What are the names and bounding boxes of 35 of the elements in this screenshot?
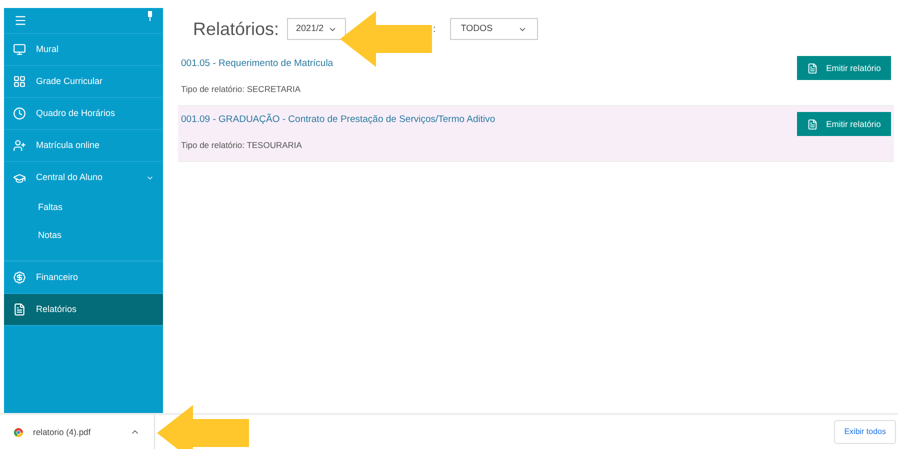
- emit-report-button[interactable]: Emitir relatório: [797, 56, 891, 80]
- type-select[interactable]: TODOS: [450, 18, 538, 40]
- download-file[interactable]: relatorio (4).pdf: [33, 426, 120, 438]
- chevron-down-icon: [146, 174, 154, 182]
- clock-icon: [13, 107, 26, 120]
- sidebar-item[interactable]: Grade Curricular: [4, 66, 163, 98]
- browser-logo-icon: [14, 428, 23, 436]
- filter-label: :: [433, 22, 436, 36]
- arrow-icon: [157, 405, 249, 449]
- report-title-link[interactable]: 001.05 - Requerimento de Matrícula: [181, 57, 797, 72]
- sidebar-item[interactable]: Matrícula online: [4, 130, 163, 162]
- report-title-link[interactable]: 001.09 - GRADUAÇÃO - Contrato de Prestação de Serviços/Termo Aditivo: [181, 113, 797, 128]
- pin-icon: [147, 10, 153, 20]
- report-type: Tipo de relatório: SECRETARIA: [181, 83, 302, 96]
- arrow-icon: [340, 11, 432, 67]
- page-title: Relatórios:: [193, 18, 280, 40]
- sidebar-item[interactable]: Mural: [4, 34, 163, 66]
- submenu-item[interactable]: Notas: [4, 222, 163, 250]
- menu-icon[interactable]: [14, 14, 27, 27]
- graduation-cap-icon: [13, 172, 26, 184]
- user-plus-icon: [13, 139, 26, 152]
- emit-report-button[interactable]: Emitir relatório: [797, 112, 891, 136]
- money-icon: [13, 271, 26, 284]
- grid-icon: [13, 75, 26, 88]
- document-icon: [807, 62, 818, 74]
- sidebar-item[interactable]: Relatórios: [4, 294, 163, 326]
- document-icon: [807, 118, 818, 130]
- monitor-icon: [13, 43, 26, 56]
- show-all-button[interactable]: Exibir todos: [834, 420, 896, 444]
- document-icon: [13, 303, 26, 316]
- report-type: Tipo de relatório: TESOURARIA: [181, 139, 303, 152]
- submenu-item[interactable]: Faltas: [4, 194, 163, 222]
- sidebar-item[interactable]: Central do Aluno: [4, 162, 163, 194]
- sidebar-item[interactable]: Quadro de Horários: [4, 98, 163, 130]
- period-select[interactable]: 2021/2: [287, 18, 346, 40]
